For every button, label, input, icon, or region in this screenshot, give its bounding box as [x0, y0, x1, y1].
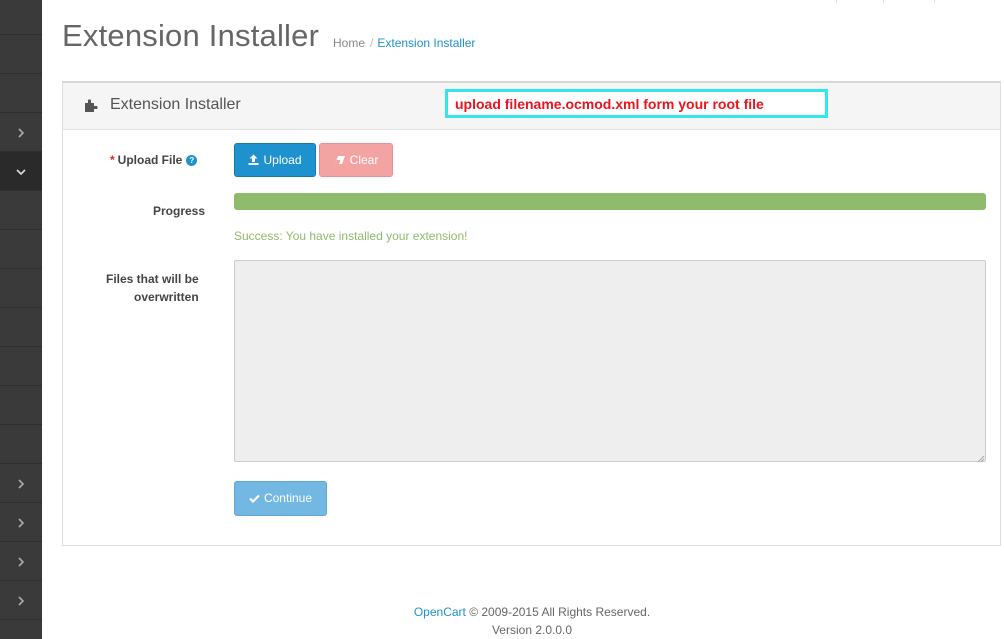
sidebar-subitem[interactable] — [0, 425, 42, 464]
page-title: Extension Installer — [62, 18, 320, 53]
breadcrumb-current-link[interactable]: Extension Installer — [377, 36, 475, 50]
progress-bar-fill — [234, 193, 986, 210]
clear-button-label: Clear — [349, 153, 379, 167]
panel-title: Extension Installer — [110, 96, 241, 113]
header-nav-fragment — [836, 0, 1004, 3]
sidebar-item-expandable[interactable] — [0, 464, 42, 503]
help-icon[interactable]: ? — [186, 155, 198, 166]
upload-button-label: Upload — [263, 153, 302, 167]
progress-label: Progress — [153, 204, 206, 218]
success-message: Success: You have installed your extensi… — [234, 229, 468, 243]
chevron-right-icon — [16, 557, 26, 567]
files-label-line2: overwritten — [134, 290, 199, 304]
breadcrumb: Home / Extension Installer — [333, 36, 475, 50]
copyright-text: © 2009-2015 All Rights Reserved. — [465, 605, 651, 619]
annotation-text: upload filename.ocmod.xml form your root… — [455, 96, 764, 112]
sidebar-subitem[interactable] — [0, 347, 42, 386]
files-label-line1: Files that will be — [106, 272, 199, 286]
clear-button[interactable]: Clear — [319, 143, 393, 177]
breadcrumb-home-link[interactable]: Home — [333, 36, 365, 50]
upload-icon — [248, 145, 259, 177]
sidebar-item[interactable] — [0, 0, 42, 35]
upload-file-label-text: Upload File — [117, 153, 183, 167]
overwritten-files-textarea[interactable] — [234, 260, 986, 462]
sidebar-subitem[interactable] — [0, 308, 42, 347]
upload-button[interactable]: Upload — [234, 143, 316, 177]
upload-file-label: * Upload File? — [110, 153, 198, 167]
sidebar-item[interactable] — [0, 35, 42, 74]
opencart-link[interactable]: OpenCart — [414, 605, 466, 619]
required-marker: * — [110, 153, 115, 167]
footer-copyright: OpenCart © 2009-2015 All Rights Reserved… — [0, 605, 1004, 619]
puzzle-icon — [83, 97, 99, 113]
continue-button-label: Continue — [263, 491, 313, 505]
chevron-down-icon — [16, 167, 26, 177]
progress-bar — [234, 193, 986, 210]
sidebar-subitem[interactable] — [0, 230, 42, 269]
chevron-right-icon — [16, 479, 26, 489]
sidebar — [0, 0, 42, 639]
chevron-right-icon — [16, 128, 26, 138]
sidebar-subitem[interactable] — [0, 269, 42, 308]
sidebar-item[interactable] — [0, 74, 42, 113]
breadcrumb-separator: / — [370, 36, 374, 50]
sidebar-item-expandable[interactable] — [0, 113, 42, 152]
sidebar-item-expandable[interactable] — [0, 542, 42, 581]
continue-button[interactable]: Continue — [234, 481, 327, 516]
annotation-callout: upload filename.ocmod.xml form your root… — [445, 89, 828, 118]
chevron-right-icon — [16, 518, 26, 528]
check-icon — [249, 483, 260, 516]
resize-grip-icon[interactable] — [975, 450, 985, 463]
files-overwritten-label: Files that will be overwritten — [105, 270, 199, 306]
sidebar-item-expandable[interactable] — [0, 503, 42, 542]
sidebar-subitem[interactable] — [0, 191, 42, 230]
footer-version: Version 2.0.0.0 — [491, 623, 573, 637]
eraser-icon — [334, 145, 346, 177]
sidebar-subitem[interactable] — [0, 386, 42, 425]
sidebar-item-expanded[interactable] — [0, 152, 42, 191]
